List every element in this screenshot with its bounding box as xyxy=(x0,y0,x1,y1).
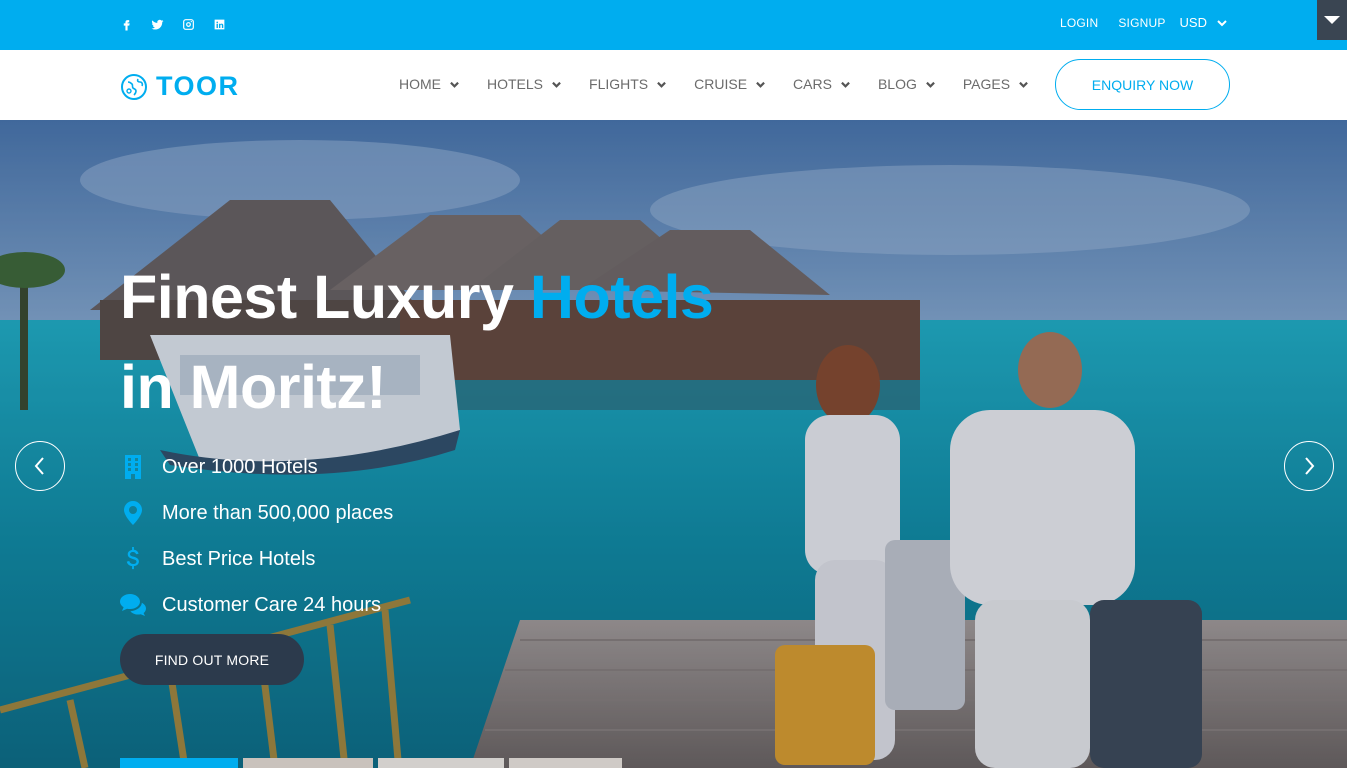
signup-link[interactable]: SIGNUP xyxy=(1118,16,1165,30)
instagram-icon[interactable] xyxy=(180,16,196,32)
currency-value: USD xyxy=(1179,15,1207,30)
nav-item-label: CARS xyxy=(793,76,832,92)
slider-next-button[interactable] xyxy=(1284,441,1334,491)
nav-item-label: PAGES xyxy=(962,76,1011,92)
enquiry-now-button[interactable]: ENQUIRY NOW xyxy=(1055,59,1230,110)
chevron-down-icon xyxy=(1217,19,1227,26)
feature-text: Best Price Hotels xyxy=(162,547,316,570)
top-bar: LOGIN SIGNUP USD xyxy=(0,0,1347,50)
settings-toggle[interactable] xyxy=(1317,0,1347,40)
hero-headline: Finest Luxury Hotels in Moritz! xyxy=(120,252,714,432)
slider-thumb-active[interactable] xyxy=(120,758,238,768)
hero-title-accent: Hotels xyxy=(529,263,714,331)
globe-logo-icon xyxy=(121,73,147,100)
caret-down-icon xyxy=(1324,16,1340,24)
chevron-right-icon xyxy=(1305,457,1315,475)
currency-select[interactable]: USD xyxy=(1180,15,1227,30)
nav-item-flights[interactable]: FLIGHTS xyxy=(589,76,667,92)
account-links: LOGIN SIGNUP USD xyxy=(1060,15,1227,30)
chevron-down-icon xyxy=(756,81,765,88)
feature-item: Over 1000 Hotels xyxy=(120,444,393,490)
slider-thumbnails xyxy=(120,758,622,768)
map-pin-icon xyxy=(120,500,146,526)
nav-item-cruise[interactable]: CRUISE xyxy=(694,76,765,92)
nav-item-label: CRUISE xyxy=(694,76,748,92)
feature-item: More than 500,000 places xyxy=(120,490,393,536)
hero-slider: Finest Luxury Hotels in Moritz! Over 100… xyxy=(0,120,1347,768)
nav-item-home[interactable]: HOME xyxy=(399,76,459,92)
building-icon xyxy=(120,454,146,480)
hero-title-line1: Finest Luxury Hotels xyxy=(120,252,714,342)
nav-item-label: FLIGHTS xyxy=(589,76,649,92)
slider-thumb[interactable] xyxy=(243,758,373,768)
brand-logo[interactable]: TOOR xyxy=(120,71,240,102)
nav-item-blog[interactable]: BLOG xyxy=(878,76,935,92)
slider-prev-button[interactable] xyxy=(15,441,65,491)
social-links xyxy=(118,16,227,32)
hero-title-line2: in Moritz! xyxy=(120,353,387,421)
chevron-down-icon xyxy=(841,81,850,88)
chevron-down-icon xyxy=(925,81,935,88)
feature-text: Customer Care 24 hours xyxy=(162,593,381,616)
nav-item-label: HOTELS xyxy=(487,76,544,92)
chat-bubbles-icon xyxy=(120,592,146,618)
brand-name: TOOR xyxy=(156,71,240,101)
nav-item-label: HOME xyxy=(399,76,441,92)
feature-item: Customer Care 24 hours xyxy=(120,582,393,628)
feature-text: Over 1000 Hotels xyxy=(162,455,318,478)
linkedin-icon[interactable] xyxy=(211,16,227,32)
main-menu: HOME HOTELS FLIGHTS CRUISE CARS BLOG PAG… xyxy=(399,76,1056,92)
hero-feature-list: Over 1000 Hotels More than 500,000 place… xyxy=(120,444,393,628)
hero-title-text: Finest Luxury xyxy=(120,263,530,331)
nav-item-hotels[interactable]: HOTELS xyxy=(487,76,561,92)
chevron-down-icon xyxy=(450,81,459,88)
nav-item-label: BLOG xyxy=(877,76,917,92)
dollar-icon xyxy=(120,546,146,572)
chevron-down-icon xyxy=(552,81,561,88)
twitter-icon[interactable] xyxy=(149,16,165,32)
feature-text: More than 500,000 places xyxy=(162,501,394,524)
facebook-icon[interactable] xyxy=(118,16,134,32)
slider-thumb[interactable] xyxy=(509,758,622,768)
feature-item: Best Price Hotels xyxy=(120,536,393,582)
chevron-down-icon xyxy=(1019,81,1028,88)
main-navbar: TOOR HOME HOTELS FLIGHTS CRUISE CARS BLO… xyxy=(0,50,1347,120)
slider-thumb[interactable] xyxy=(378,758,504,768)
nav-item-cars[interactable]: CARS xyxy=(793,76,850,92)
chevron-down-icon xyxy=(657,81,667,88)
chevron-left-icon xyxy=(34,457,44,475)
find-out-more-button[interactable]: FIND OUT MORE xyxy=(120,634,304,685)
nav-item-pages[interactable]: PAGES xyxy=(963,76,1028,92)
login-link[interactable]: LOGIN xyxy=(1060,16,1098,30)
